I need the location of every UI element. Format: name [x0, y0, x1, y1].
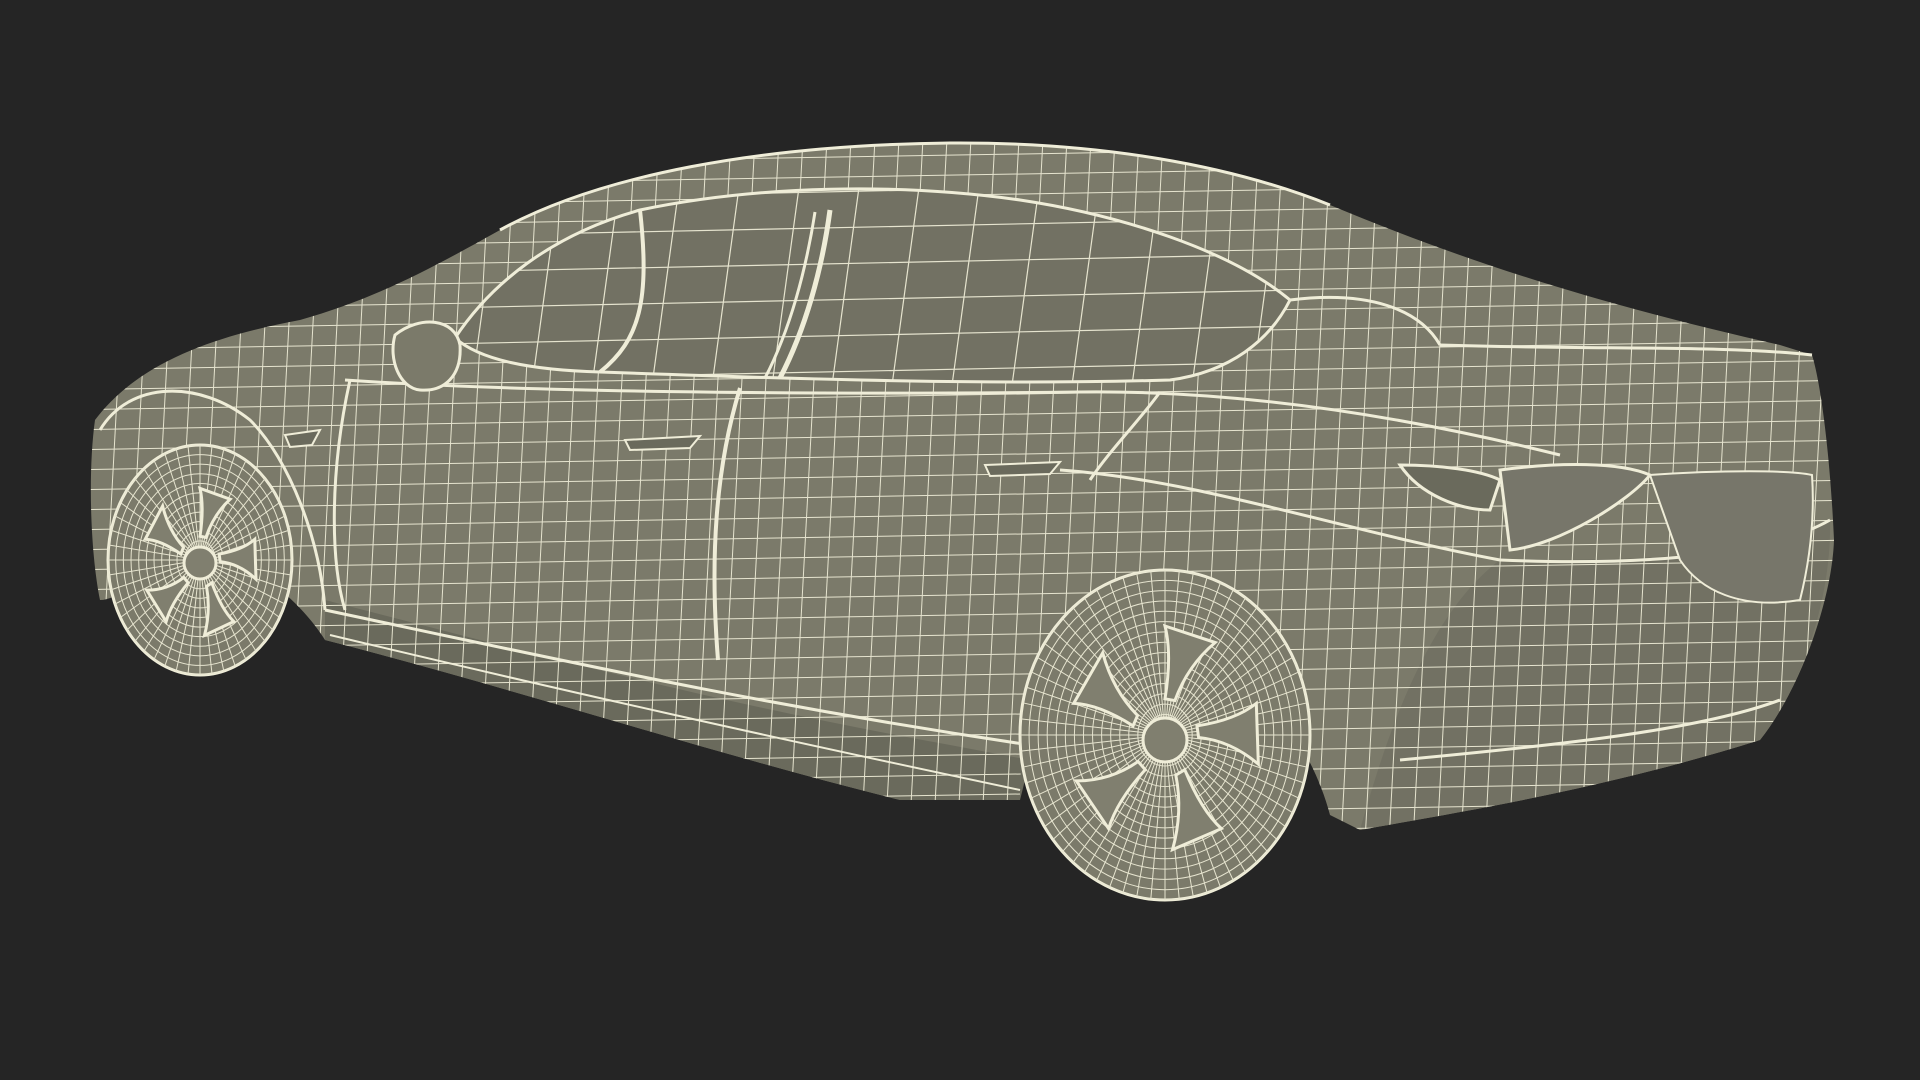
side-mirror [391, 320, 462, 392]
rear-door-handle [983, 460, 1063, 478]
body-mesh-line [90, 799, 1835, 830]
body-mesh-line [20, 120, 60, 860]
front-hub [182, 545, 218, 581]
rear-wheel [1018, 568, 1312, 902]
render-viewport [0, 0, 1920, 1080]
car-wireframe-render [20, 100, 1860, 902]
body-mesh-line [90, 819, 1835, 830]
body-mesh-line [60, 100, 1860, 130]
rear-hub [1141, 716, 1189, 764]
front-wheel [106, 443, 294, 677]
body-mesh-line [44, 120, 84, 860]
